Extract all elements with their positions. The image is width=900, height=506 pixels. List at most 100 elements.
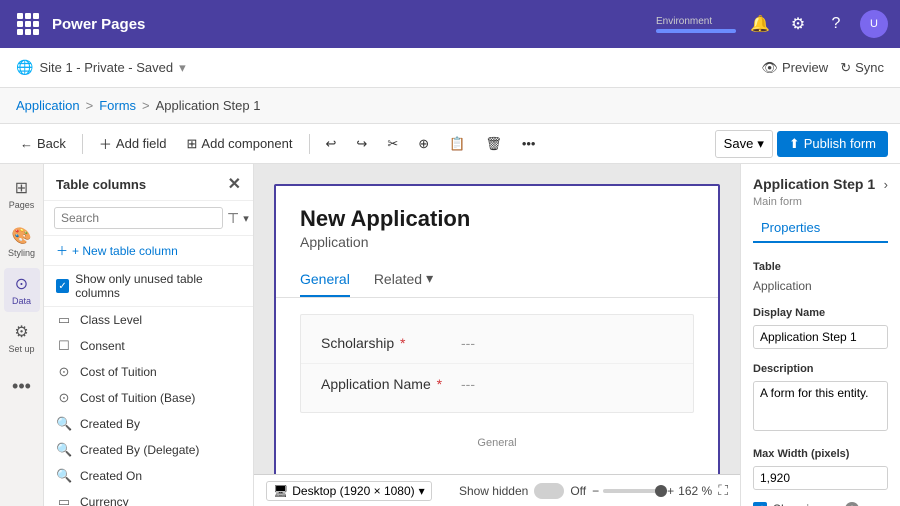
avatar[interactable]: U — [860, 10, 888, 38]
desktop-selector[interactable]: 🖥 Desktop (1920 × 1080) ▾ — [266, 481, 432, 501]
right-panel-header: Application Step 1 › — [741, 164, 900, 196]
col-type-icon: 🔍 — [56, 442, 72, 458]
show-hidden-row: Show hidden Off − + 162 % ⛶ — [459, 482, 728, 499]
field-row-scholarship: Scholarship * --- — [301, 323, 693, 364]
list-item[interactable]: 🔍 Created By (Delegate) — [44, 437, 253, 463]
toolbar-divider-2 — [309, 134, 310, 154]
zoom-minus-icon[interactable]: − — [592, 484, 599, 498]
show-unused-checkbox[interactable]: ✓ — [56, 279, 69, 293]
right-panel-chevron-icon[interactable]: › — [884, 177, 888, 192]
publish-icon: ⬆ — [789, 136, 800, 152]
form-subtitle: Application — [300, 234, 694, 250]
required-marker: * — [400, 335, 405, 351]
breadcrumb-application[interactable]: Application — [16, 98, 80, 113]
show-hidden-toggle[interactable] — [534, 483, 564, 499]
list-item[interactable]: 🔍 Created By — [44, 411, 253, 437]
desktop-chevron-icon: ▾ — [419, 484, 425, 498]
breadcrumb-sep1: > — [86, 98, 94, 113]
new-table-column-button[interactable]: ＋ + New table column — [44, 236, 253, 266]
sidebar-item-data-label: Data — [12, 296, 31, 306]
second-bar-right: 👁 Preview ↻ Sync — [761, 60, 884, 76]
filter-chevron-icon[interactable]: ▾ — [243, 212, 249, 225]
show-image-checkbox[interactable]: ✓ — [753, 502, 767, 506]
grid-menu-button[interactable] — [12, 8, 44, 40]
fullscreen-icon[interactable]: ⛶ — [718, 482, 728, 499]
save-chevron-icon: ▾ — [757, 136, 764, 152]
sidebar-item-setup[interactable]: ⚙ Set up — [4, 316, 40, 360]
chevron-down-icon[interactable]: ▾ — [179, 60, 186, 76]
checkmark-icon: ✓ — [58, 281, 66, 292]
sidebar-item-more[interactable]: ••• — [4, 364, 40, 408]
col-name: Created On — [80, 469, 142, 483]
max-width-input[interactable] — [753, 466, 888, 490]
sync-icon: ↻ — [840, 60, 851, 76]
col-type-icon: ▭ — [56, 312, 72, 328]
tab-general[interactable]: General — [300, 262, 350, 297]
env-bar — [656, 29, 736, 33]
search-row: ⊤ ▾ — [44, 201, 253, 236]
list-item[interactable]: ☐ Consent — [44, 333, 253, 359]
zoom-slider[interactable] — [603, 489, 663, 493]
cut-button[interactable]: ✂ — [379, 132, 406, 156]
preview-icon: 👁 — [761, 60, 778, 76]
sidebar-item-data[interactable]: ⊙ Data — [4, 268, 40, 312]
display-name-input[interactable] — [753, 325, 888, 349]
help-icon[interactable]: ? — [822, 10, 850, 38]
panel-close-button[interactable]: ✕ — [228, 174, 241, 194]
new-col-icon: ＋ — [56, 242, 68, 259]
paste-button[interactable]: 📋 — [441, 132, 473, 156]
panel-header: Table columns ✕ — [44, 164, 253, 201]
show-image-info-icon[interactable]: i — [845, 502, 859, 506]
copy-button[interactable]: ⊕ — [410, 132, 437, 156]
more-button[interactable]: ••• — [514, 132, 544, 155]
environment-info: Environment — [656, 16, 736, 33]
application-name-value[interactable]: --- — [461, 376, 673, 392]
zoom-control: − + 162 % — [592, 484, 712, 498]
back-icon: ← — [20, 136, 33, 151]
top-bar: Power Pages Environment 🔔 ⚙ ? U — [0, 0, 900, 48]
list-item[interactable]: ▭ Class Level — [44, 307, 253, 333]
col-name: Class Level — [80, 313, 142, 327]
list-item[interactable]: ▭ Currency — [44, 489, 253, 506]
search-input[interactable] — [54, 207, 223, 229]
sync-button[interactable]: ↻ Sync — [840, 60, 884, 76]
add-field-button[interactable]: ＋ Add field — [91, 130, 175, 157]
col-name: Created By — [80, 417, 140, 431]
toolbar: ← Back ＋ Add field ⊞ Add component ↩ ↪ ✂… — [0, 124, 900, 164]
main-layout: ⊞ Pages 🎨 Styling ⊙ Data ⚙ Set up ••• Ta… — [0, 164, 900, 506]
list-item[interactable]: ⊙ Cost of Tuition — [44, 359, 253, 385]
filter-icon[interactable]: ⊤ — [227, 210, 239, 227]
preview-button[interactable]: 👁 Preview — [761, 60, 828, 76]
properties-tab-item[interactable]: Properties — [753, 216, 828, 243]
top-bar-right: Environment 🔔 ⚙ ? U — [656, 10, 888, 38]
breadcrumb-forms[interactable]: Forms — [99, 98, 136, 113]
scholarship-label: Scholarship * — [321, 335, 461, 351]
show-unused-toggle[interactable]: ✓ Show only unused table columns — [44, 266, 253, 307]
site-label: Site 1 - Private - Saved — [39, 60, 173, 75]
notification-icon[interactable]: 🔔 — [746, 10, 774, 38]
back-button[interactable]: ← Back — [12, 132, 74, 155]
show-image-row: ✓ Show image i — [741, 498, 900, 506]
publish-button[interactable]: ⬆ Publish form — [777, 131, 888, 157]
list-item[interactable]: 🔍 Created On — [44, 463, 253, 489]
delete-button[interactable]: 🗑 — [477, 132, 510, 156]
monitor-icon: 🖥 — [273, 484, 288, 498]
add-component-button[interactable]: ⊞ Add component — [179, 132, 301, 156]
sidebar-item-styling[interactable]: 🎨 Styling — [4, 220, 40, 264]
sidebar-item-pages[interactable]: ⊞ Pages — [4, 172, 40, 216]
save-button[interactable]: Save ▾ — [715, 130, 773, 158]
pages-icon: ⊞ — [15, 178, 28, 198]
settings-icon[interactable]: ⚙ — [784, 10, 812, 38]
zoom-plus-icon[interactable]: + — [667, 484, 674, 498]
application-name-label: Application Name * — [321, 376, 461, 392]
breadcrumb-current: Application Step 1 — [156, 98, 261, 113]
sidebar-item-pages-label: Pages — [9, 200, 35, 210]
scholarship-value[interactable]: --- — [461, 335, 673, 351]
redo-button[interactable]: ↪ — [348, 132, 375, 156]
undo-button[interactable]: ↩ — [318, 132, 345, 156]
list-item[interactable]: ⊙ Cost of Tuition (Base) — [44, 385, 253, 411]
col-name: Created By (Delegate) — [80, 443, 199, 457]
tab-related[interactable]: Related ▾ — [374, 262, 433, 297]
description-textarea[interactable]: A form for this entity. — [753, 381, 888, 431]
add-field-icon: ＋ — [99, 134, 112, 153]
